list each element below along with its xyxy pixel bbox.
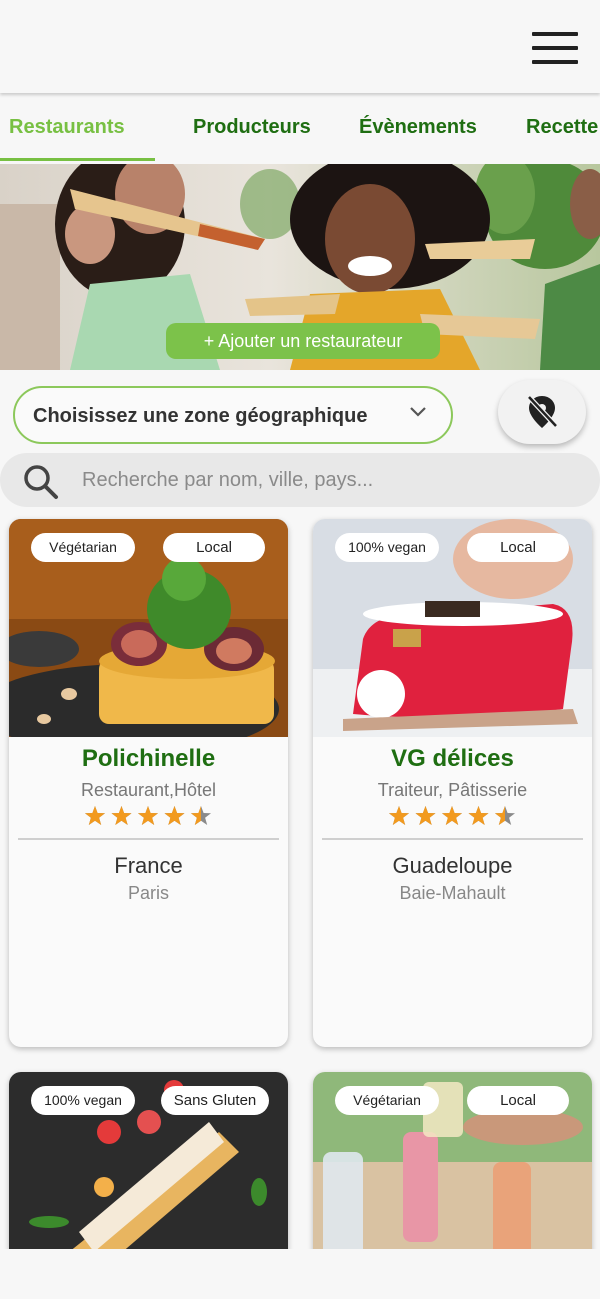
badge-gluten-free: Sans Gluten: [161, 1086, 269, 1115]
badge-vegetarian: Végétarian: [31, 533, 135, 562]
location-off-icon: [527, 395, 558, 428]
card-divider: [322, 838, 583, 840]
badge-vegan: 100% vegan: [335, 533, 439, 562]
app-root: Restaurants Producteurs Évènements Recet…: [0, 0, 600, 1299]
hamburger-menu-icon[interactable]: [532, 32, 578, 66]
search-input[interactable]: [82, 453, 582, 507]
badge-vegan: 100% vegan: [31, 1086, 135, 1115]
search-bar: [0, 453, 600, 507]
restaurant-name: VG délices: [391, 745, 514, 772]
card-divider: [18, 838, 279, 840]
star-icon: [84, 806, 105, 825]
star-icon: [494, 806, 515, 825]
location-off-button[interactable]: [498, 380, 586, 444]
badge-local: Local: [163, 533, 265, 562]
restaurant-country: Guadeloupe: [392, 853, 513, 878]
star-icon: [468, 806, 488, 825]
tab-producteurs[interactable]: Producteurs: [193, 96, 311, 164]
star-icon: [441, 806, 462, 825]
restaurant-city: Paris: [127, 883, 169, 903]
active-tab-indicator: [0, 158, 155, 161]
rating-stars: [313, 804, 592, 833]
add-restaurateur-button[interactable]: + Ajouter un restaurateur: [166, 323, 440, 359]
star-icon: [190, 806, 211, 825]
tab-recettes[interactable]: Recette: [526, 96, 598, 164]
badge-local: Local: [467, 1086, 569, 1115]
restaurant-country: France: [114, 853, 183, 878]
star-icon: [415, 806, 435, 825]
star-icon: [111, 806, 131, 825]
restaurant-type: Restaurant,Hôtel: [80, 780, 217, 800]
top-header: [0, 0, 600, 93]
rating-stars: [9, 804, 288, 833]
chevron-down-icon: [410, 407, 426, 417]
zone-select-label: Choisissez une zone géographique: [33, 405, 368, 427]
tab-restaurants[interactable]: Restaurants: [9, 96, 125, 164]
restaurant-card[interactable]: 100% vegan Local VG délices Traiteur, Pâ…: [313, 519, 592, 1047]
restaurant-name: Polichinelle: [81, 745, 216, 772]
bottom-bar: [0, 1249, 600, 1299]
restaurant-type: Traiteur, Pâtisserie: [377, 780, 528, 800]
star-icon: [164, 806, 184, 825]
badge-local: Local: [467, 533, 569, 562]
star-icon: [388, 806, 409, 825]
restaurant-card[interactable]: Végétarian Local Polichinelle Restaurant…: [9, 519, 288, 1047]
category-tabs: Restaurants Producteurs Évènements Recet…: [0, 96, 600, 164]
zone-select[interactable]: Choisissez une zone géographique: [13, 386, 453, 444]
badge-vegetarian: Végétarian: [335, 1086, 439, 1115]
tab-evenements[interactable]: Évènements: [359, 96, 477, 164]
star-icon: [137, 806, 158, 825]
search-icon: [24, 465, 58, 499]
restaurant-city: Baie-Mahault: [399, 883, 506, 903]
